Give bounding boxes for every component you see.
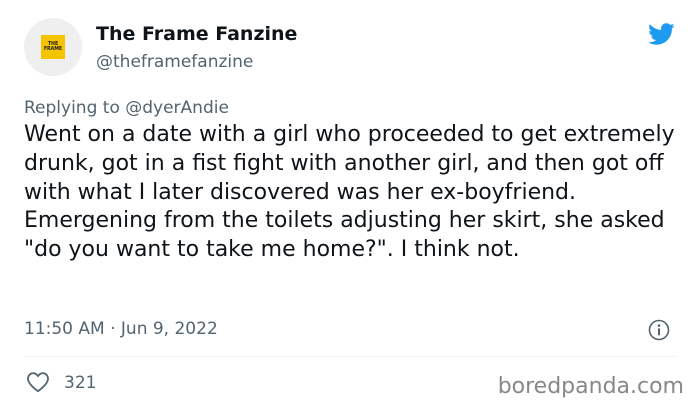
heart-icon[interactable] bbox=[26, 371, 50, 393]
avatar[interactable]: THE FRAME bbox=[24, 18, 82, 76]
info-icon[interactable] bbox=[648, 319, 670, 341]
tweet-timestamp[interactable]: 11:50 AM · Jun 9, 2022 bbox=[24, 318, 218, 340]
tweet-text: Went on a date with a girl who proceeded… bbox=[24, 122, 675, 263]
author-name[interactable]: The Frame Fanzine bbox=[96, 22, 297, 46]
replying-to[interactable]: Replying to @dyerAndie bbox=[24, 97, 229, 119]
author-handle[interactable]: @theframefanzine bbox=[96, 51, 253, 73]
twitter-bird-icon[interactable] bbox=[645, 20, 677, 48]
divider bbox=[24, 356, 676, 357]
watermark: boredpanda.com bbox=[497, 374, 684, 399]
frame-fanzine-logo: THE FRAME bbox=[41, 35, 65, 59]
like-count[interactable]: 321 bbox=[64, 372, 96, 394]
